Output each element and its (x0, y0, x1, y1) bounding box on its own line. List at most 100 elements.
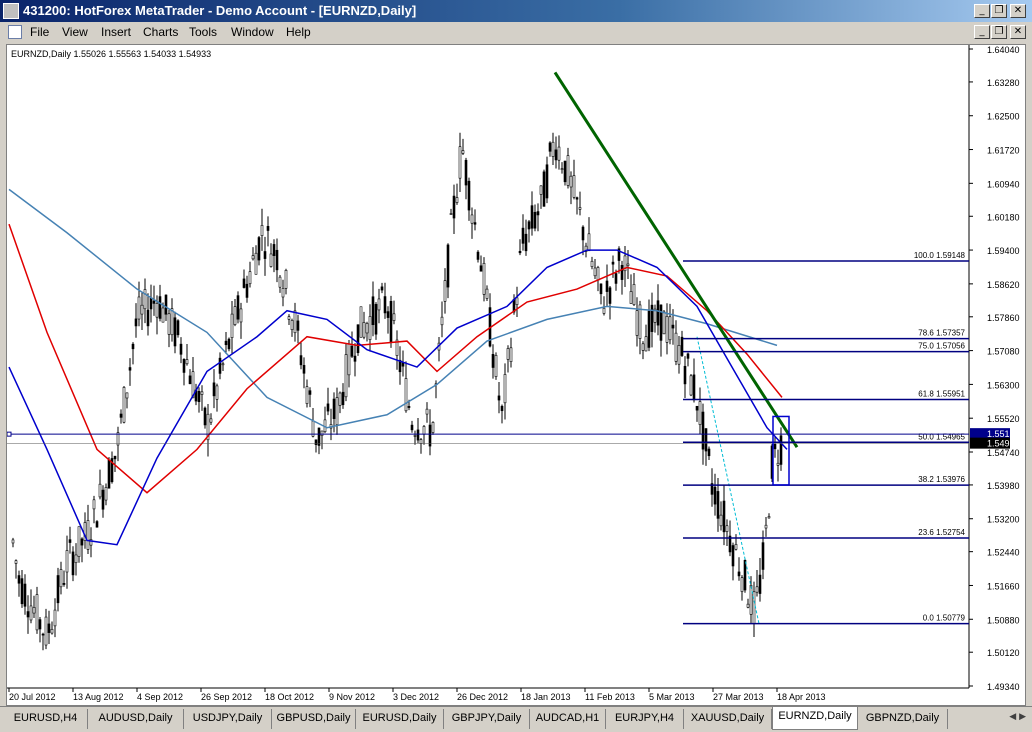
candle-body (269, 253, 273, 267)
candle-body (245, 283, 249, 298)
candle-body (509, 347, 513, 362)
doc-close-button[interactable]: ✕ (1010, 25, 1026, 39)
candle-body (527, 221, 531, 230)
tab-audusd-daily[interactable]: AUDUSD,Daily (88, 709, 184, 729)
menu-view[interactable]: View (62, 25, 88, 39)
x-tick-label: 5 Mar 2013 (649, 692, 695, 702)
price-level-handle (7, 431, 12, 437)
candle-body (755, 586, 759, 593)
candle-body (635, 310, 639, 336)
candle-body (338, 392, 342, 406)
restore-button[interactable]: ❐ (991, 4, 1007, 18)
candle-body (422, 426, 426, 435)
y-tick-label: 1.60940 (987, 179, 1020, 189)
tab-gbpnzd-daily[interactable]: GBPNZD,Daily (858, 709, 948, 729)
candle-body (650, 304, 654, 332)
ma-mid-line (8, 223, 783, 494)
candle-body (773, 443, 777, 450)
candle-body (161, 307, 165, 323)
candle-body (779, 435, 783, 465)
x-tick-label: 18 Apr 2013 (777, 692, 826, 702)
candle-body (101, 489, 105, 510)
tab-usdjpy-daily[interactable]: USDJPY,Daily (184, 709, 272, 729)
candle-body (707, 448, 711, 457)
doc-restore-button[interactable]: ❐ (991, 25, 1007, 39)
candle-body (158, 296, 162, 319)
menu-help[interactable]: Help (286, 25, 311, 39)
candle-body (299, 355, 303, 366)
tab-eurusd-daily[interactable]: EURUSD,Daily (356, 709, 444, 729)
candle-body (464, 159, 468, 186)
candle-body (77, 526, 81, 557)
menu-tools[interactable]: Tools (189, 25, 217, 39)
candle-body (290, 320, 294, 330)
tab-xauusd-daily[interactable]: XAUUSD,Daily (684, 709, 772, 729)
candle-body (227, 338, 231, 350)
candle-body (176, 320, 180, 336)
candle-body (416, 429, 420, 441)
candle-body (563, 160, 567, 183)
candle-body (539, 185, 543, 195)
candle-body (134, 318, 138, 327)
candle-body (593, 267, 597, 277)
candle-body (518, 250, 522, 254)
tab-gbpusd-daily[interactable]: GBPUSD,Daily (272, 709, 356, 729)
candle-body (356, 324, 360, 354)
candle-body (734, 544, 738, 550)
candle-body (362, 322, 366, 338)
price-chart[interactable]: 1.64040 1.63280 1.62500 1.61720 1.60940 1.601… (7, 45, 1026, 706)
menu-file[interactable]: File (30, 25, 49, 39)
candle-body (260, 225, 264, 236)
candle-body (140, 304, 144, 315)
candle-body (164, 294, 168, 315)
x-tick-label: 13 Aug 2012 (73, 692, 124, 702)
chart-area[interactable]: 1.64040 1.63280 1.62500 1.61720 1.60940 1.601… (6, 44, 1026, 706)
y-tick-label: 1.64040 (987, 45, 1020, 55)
tab-audcad-h1[interactable]: AUDCAD,H1 (530, 709, 606, 729)
tab-eurjpy-h4[interactable]: EURJPY,H4 (606, 709, 684, 729)
candle-body (251, 255, 255, 260)
chart-window-icon[interactable] (8, 25, 22, 39)
trendline (553, 71, 799, 449)
fib-level-label: 38.2 1.53976 (918, 475, 965, 484)
candle-body (182, 359, 186, 373)
candle-body (470, 214, 474, 224)
tab-scroll-arrows-icon[interactable]: ◀ ▶ (1009, 712, 1026, 722)
candle-body (560, 168, 564, 170)
close-button[interactable]: ✕ (1010, 4, 1026, 18)
candle-body (239, 308, 243, 323)
y-tick-label: 1.56300 (987, 380, 1020, 390)
candle-body (35, 594, 39, 631)
minimize-button[interactable]: _ (974, 4, 990, 18)
candle-body (341, 391, 345, 406)
candle-body (776, 462, 780, 466)
candle-body (137, 296, 141, 320)
candle-body (536, 211, 540, 216)
candle-body (374, 304, 378, 335)
candle-body (236, 295, 240, 320)
candle-body (47, 623, 51, 633)
tab-gbpjpy-daily[interactable]: GBPJPY,Daily (444, 709, 530, 729)
candle-body (689, 375, 693, 396)
candle-body (368, 316, 372, 340)
candle-body (569, 175, 573, 188)
candle-body (146, 309, 150, 327)
candle-body (125, 392, 129, 399)
y-tick-label: 1.53980 (987, 481, 1020, 491)
menu-window[interactable]: Window (231, 25, 274, 39)
candle-body (761, 542, 765, 570)
doc-minimize-button[interactable]: _ (974, 25, 990, 39)
candle-body (578, 207, 582, 210)
candle-body (95, 521, 99, 528)
menu-charts[interactable]: Charts (143, 25, 178, 39)
candle-body (242, 278, 246, 288)
tab-eurusd-h4[interactable]: EURUSD,H4 (4, 709, 88, 729)
tab-eurnzd-daily[interactable]: EURNZD,Daily (772, 707, 858, 730)
candle-body (41, 633, 45, 636)
current-price-label: 1.54933 (987, 439, 1020, 449)
candle-body (524, 233, 528, 252)
menu-insert[interactable]: Insert (101, 25, 131, 39)
fib-level-label: 78.6 1.57357 (918, 329, 965, 338)
candle-body (11, 539, 15, 544)
candle-body (377, 298, 381, 311)
